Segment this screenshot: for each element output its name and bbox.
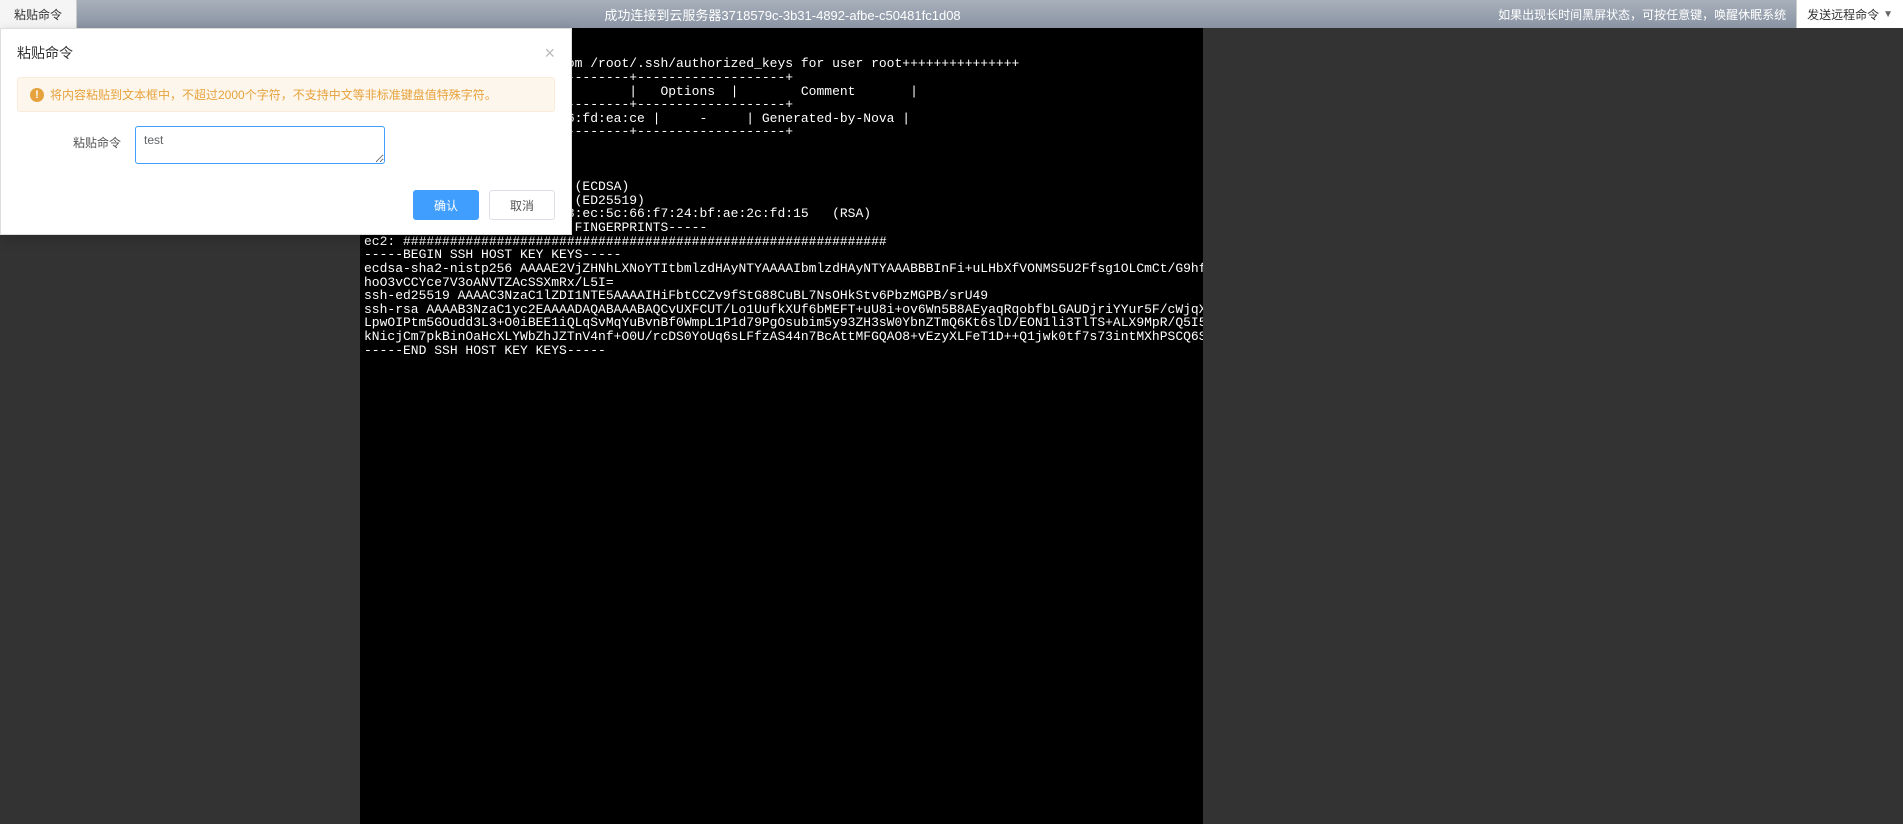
paste-command-modal: 粘贴命令 × ! 将内容粘贴到文本框中，不超过2000个字符，不支持中文等非标准… xyxy=(0,28,572,235)
chevron-down-icon: ▼ xyxy=(1883,9,1893,20)
modal-footer: 确认 取消 xyxy=(1,180,571,234)
paste-command-textarea[interactable] xyxy=(135,126,385,164)
connection-status-text: 成功连接到云服务器3718579c-3b31-4892-afbe-c50481f… xyxy=(77,5,1488,24)
paste-command-row: 粘贴命令 xyxy=(17,126,555,164)
modal-title: 粘贴命令 xyxy=(17,43,73,63)
topbar: 粘贴命令 成功连接到云服务器3718579c-3b31-4892-afbe-c5… xyxy=(0,0,1903,28)
modal-body: ! 将内容粘贴到文本框中，不超过2000个字符，不支持中文等非标准键盘值特殊字符… xyxy=(1,77,571,180)
cancel-button[interactable]: 取消 xyxy=(489,190,555,220)
send-remote-command-button[interactable]: 发送远程命令 ▼ xyxy=(1796,0,1903,28)
close-icon[interactable]: × xyxy=(544,44,555,62)
topbar-tab-paste[interactable]: 粘贴命令 xyxy=(0,0,77,28)
warning-banner: ! 将内容粘贴到文本框中，不超过2000个字符，不支持中文等非标准键盘值特殊字符… xyxy=(17,77,555,112)
topbar-tab-label: 粘贴命令 xyxy=(14,6,62,23)
warning-text: 将内容粘贴到文本框中，不超过2000个字符，不支持中文等非标准键盘值特殊字符。 xyxy=(50,86,497,103)
confirm-button[interactable]: 确认 xyxy=(413,190,479,220)
wake-hint-text: 如果出现长时间黑屏状态，可按任意键，唤醒休眠系统 xyxy=(1488,6,1796,23)
modal-header: 粘贴命令 × xyxy=(1,29,571,77)
send-remote-command-label: 发送远程命令 xyxy=(1807,6,1879,23)
workspace: n x86_64 ++++++++Authorized keys from /r… xyxy=(0,28,1903,824)
paste-command-label: 粘贴命令 xyxy=(73,126,121,151)
warning-icon: ! xyxy=(30,88,44,102)
